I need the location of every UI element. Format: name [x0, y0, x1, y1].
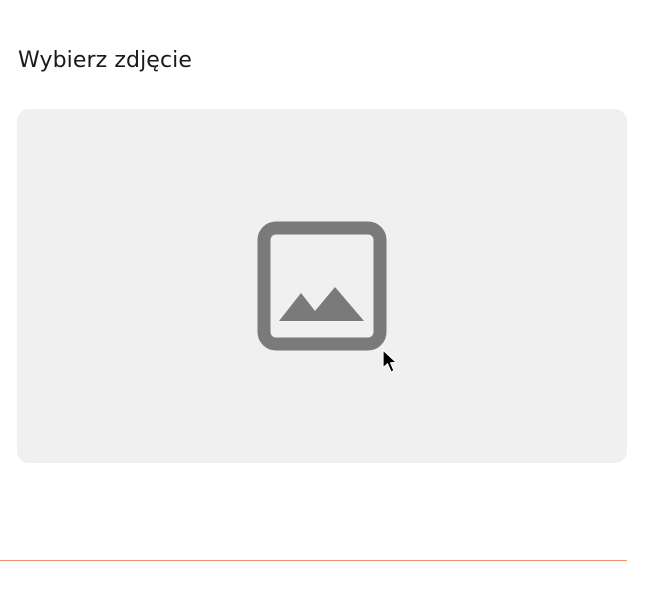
photo-picker-page: Wybierz zdjęcie: [0, 0, 648, 605]
bottom-divider: [0, 560, 627, 561]
photo-dropzone[interactable]: [17, 109, 627, 463]
page-title: Wybierz zdjęcie: [18, 48, 192, 73]
image-placeholder-icon: [257, 221, 387, 351]
